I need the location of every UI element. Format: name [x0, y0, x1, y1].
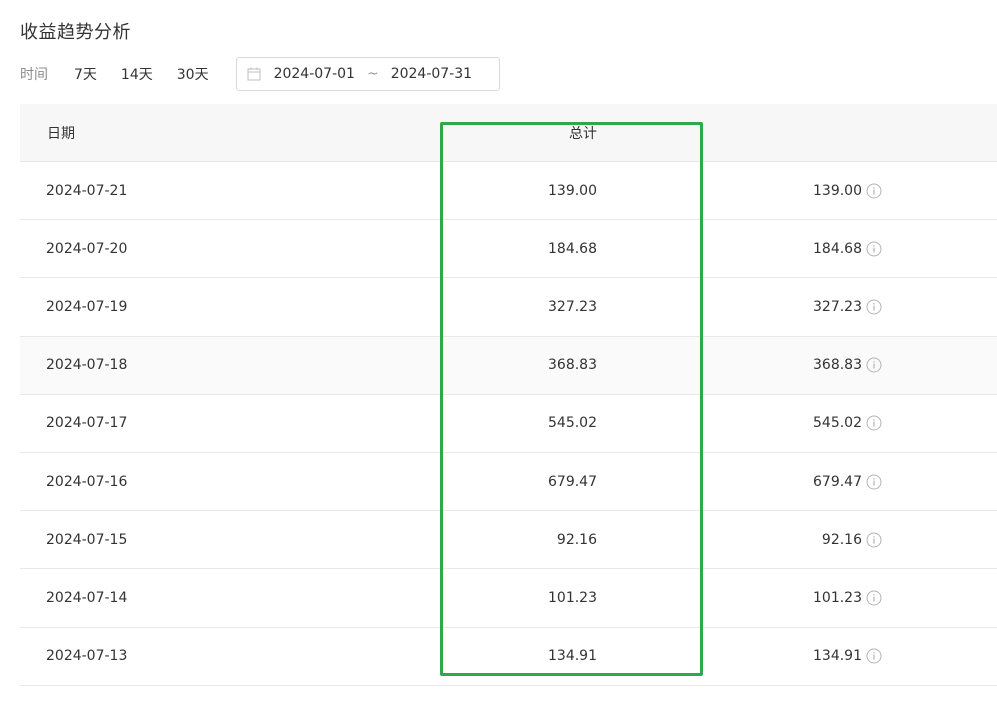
table-row: 2024-07-18 368.83 368.83	[20, 336, 997, 395]
table-row: 2024-07-17 545.02 545.02	[20, 395, 997, 453]
cell-amount: 139.00	[813, 182, 862, 199]
column-header-date: 日期	[47, 125, 75, 142]
cell-date: 2024-07-19	[46, 298, 128, 315]
cell-total: 134.91	[548, 648, 597, 665]
date-start-value: 2024-07-01	[273, 66, 355, 82]
column-header-total: 总计	[569, 125, 597, 142]
cell-total: 184.68	[548, 240, 597, 257]
info-icon[interactable]	[866, 532, 882, 548]
table-row: 2024-07-16 679.47 679.47	[20, 453, 997, 512]
table-row: 2024-07-20 184.68 184.68	[20, 220, 997, 279]
cell-date: 2024-07-21	[46, 182, 128, 199]
date-range-picker[interactable]: 2024-07-01 ~ 2024-07-31	[235, 57, 500, 91]
column-header-blurred	[796, 126, 886, 140]
table-row: 2024-07-19 327.23 327.23	[20, 278, 997, 337]
table-row: 2024-07-13 134.91 134.91	[20, 628, 997, 686]
cell-date: 2024-07-18	[46, 357, 128, 374]
cell-date: 2024-07-13	[46, 648, 128, 665]
time-filter: 时间 7天 14天 30天 2024-07-01 ~ 2024-07-31	[20, 57, 500, 91]
info-icon[interactable]	[866, 415, 882, 431]
range-14-days-button[interactable]: 14天	[121, 64, 153, 84]
cell-total: 101.23	[548, 589, 597, 606]
range-7-days-button[interactable]: 7天	[74, 64, 97, 84]
info-icon[interactable]	[866, 241, 882, 257]
cell-date: 2024-07-15	[46, 531, 128, 548]
table-row: 2024-07-14 101.23 101.23	[20, 569, 997, 628]
revenue-table: 日期 总计 2024-07-21 139.00 139.00 2024-07-20 18…	[20, 104, 997, 709]
cell-amount: 679.47	[813, 473, 862, 490]
cell-amount: 134.91	[813, 648, 862, 665]
info-icon[interactable]	[866, 648, 882, 664]
date-separator: ~	[366, 66, 379, 82]
page: 收益趋势分析 时间 7天 14天 30天 2024-07-01 ~ 2024-0…	[0, 0, 997, 709]
cell-amount: 545.02	[813, 415, 862, 432]
cell-date: 2024-07-17	[46, 415, 128, 432]
info-icon[interactable]	[866, 590, 882, 606]
table-row-partial	[20, 686, 997, 709]
table-row: 2024-07-15 92.16 92.16	[20, 511, 997, 570]
cell-amount: 368.83	[813, 357, 862, 374]
cell-date: 2024-07-20	[46, 240, 128, 257]
page-title: 收益趋势分析	[20, 22, 131, 43]
cell-amount: 101.23	[813, 589, 862, 606]
calendar-icon	[247, 67, 261, 81]
cell-total: 368.83	[548, 357, 597, 374]
info-icon[interactable]	[866, 183, 882, 199]
cell-amount: 92.16	[821, 531, 862, 548]
info-icon[interactable]	[866, 474, 882, 490]
time-filter-label: 时间	[20, 67, 48, 83]
date-end-value: 2024-07-31	[390, 66, 473, 82]
table-body: 2024-07-21 139.00 139.00 2024-07-20 184.68 18…	[20, 162, 997, 686]
cell-date: 2024-07-16	[46, 473, 128, 490]
cell-total: 545.02	[548, 415, 597, 432]
table-header: 日期 总计	[20, 104, 997, 162]
cell-total: 139.00	[548, 182, 597, 199]
cell-date: 2024-07-14	[46, 589, 128, 606]
cell-amount: 184.68	[813, 240, 862, 257]
info-icon[interactable]	[866, 299, 882, 315]
cell-total: 679.47	[548, 473, 597, 490]
table-row: 2024-07-21 139.00 139.00	[20, 162, 997, 221]
cell-total: 327.23	[548, 298, 597, 315]
info-icon[interactable]	[866, 357, 882, 373]
cell-total: 92.16	[556, 531, 597, 548]
cell-amount: 327.23	[813, 298, 862, 315]
range-30-days-button[interactable]: 30天	[177, 64, 209, 84]
